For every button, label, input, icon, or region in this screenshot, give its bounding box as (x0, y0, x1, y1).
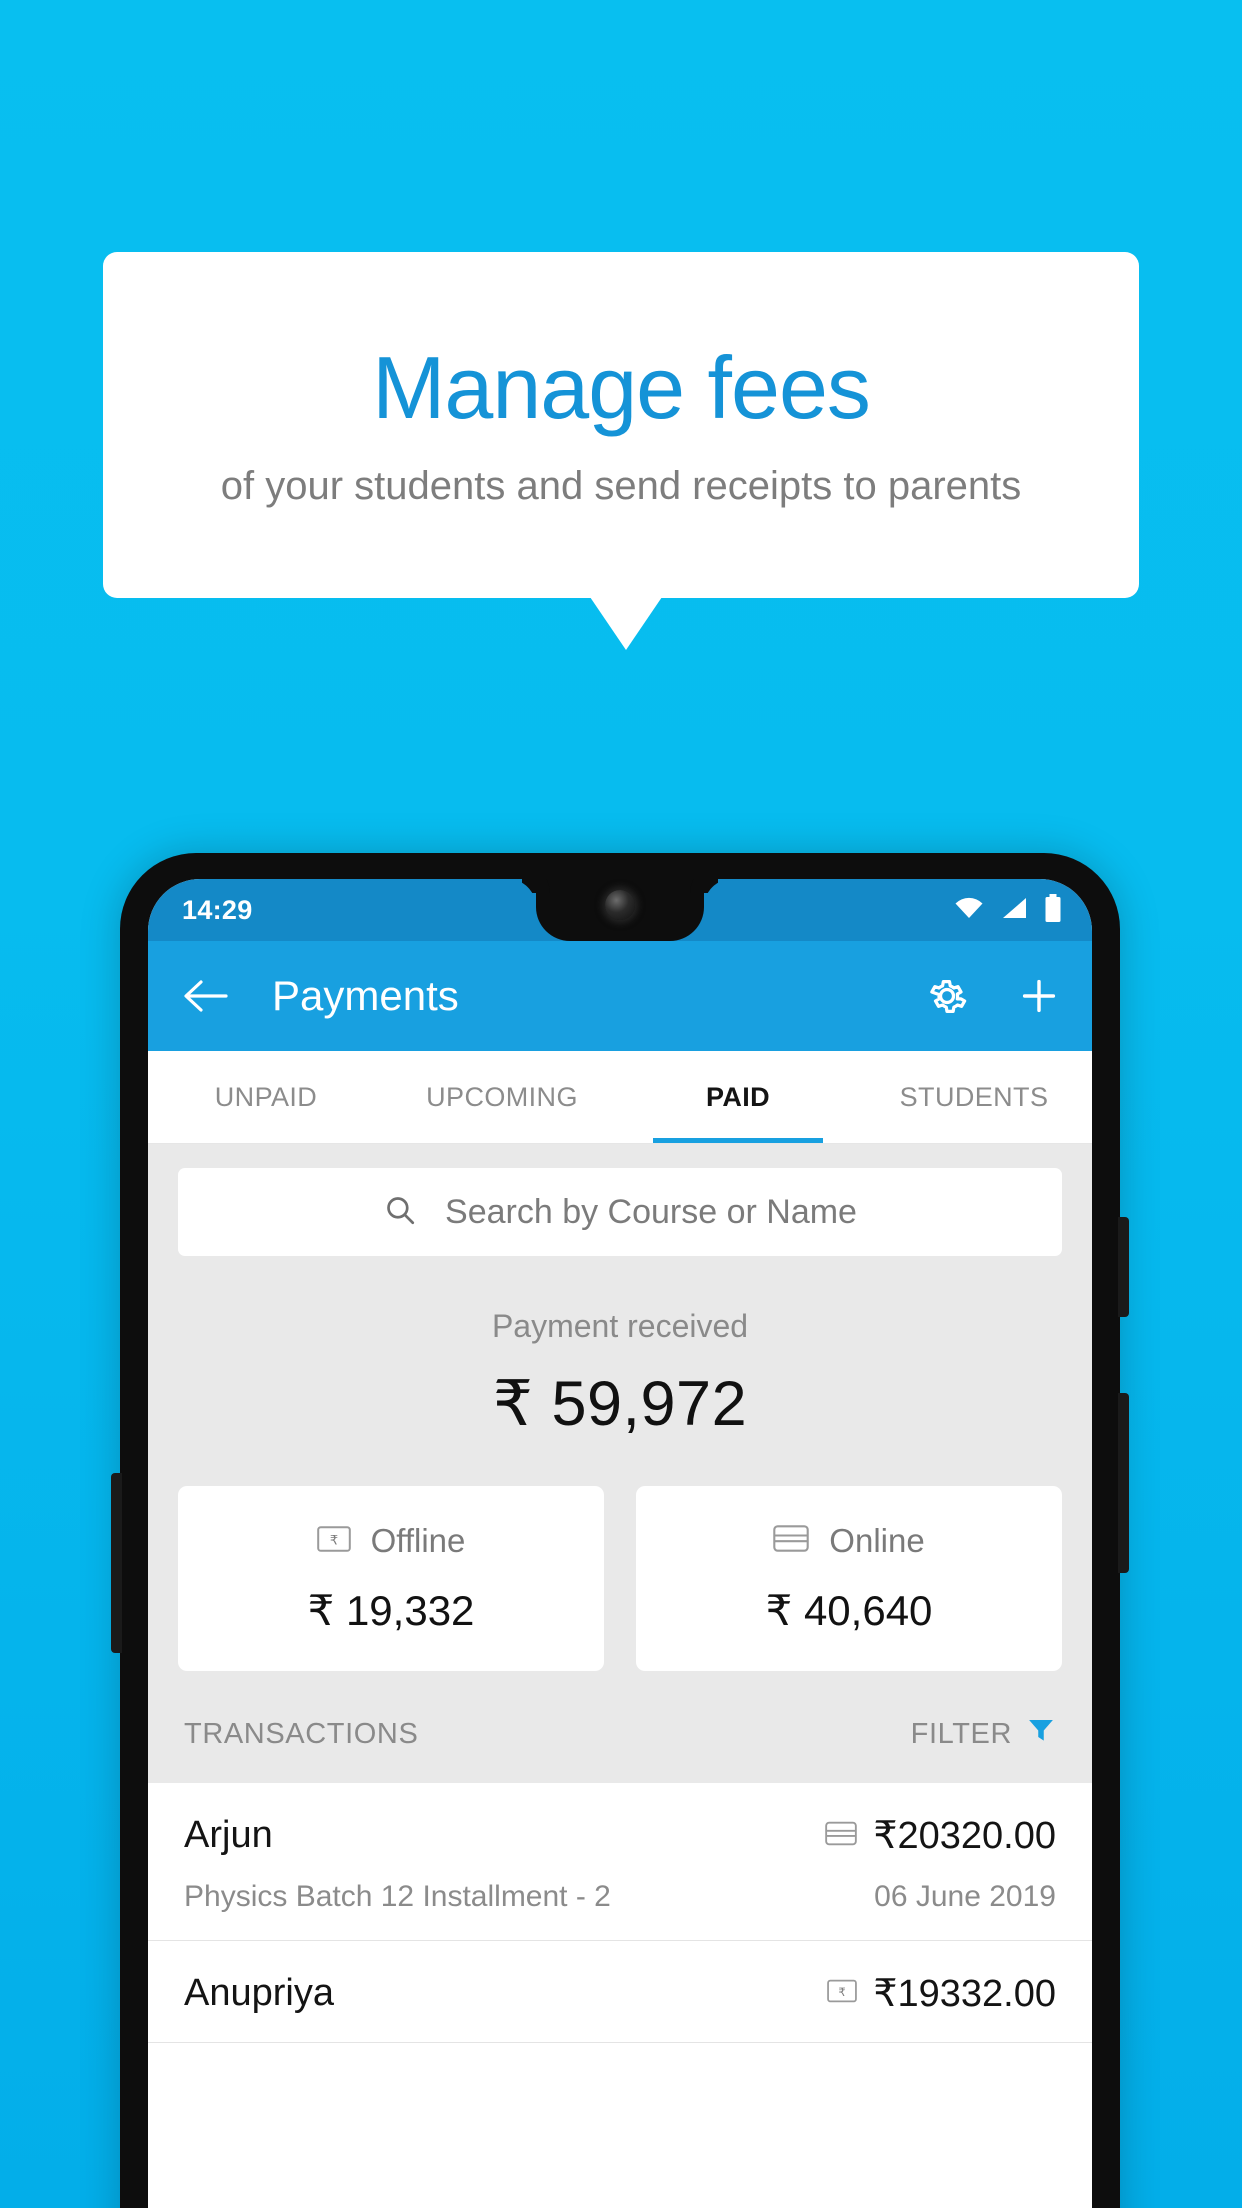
payment-method-cards: ₹ Offline ₹ 19,332 Online ₹ 40,640 (148, 1440, 1092, 1671)
transaction-amount-group: ₹20320.00 (825, 1813, 1056, 1858)
promo-headline: Manage fees (372, 338, 871, 437)
promo-subheadline: of your students and send receipts to pa… (220, 464, 1022, 508)
online-card-header: Online (636, 1522, 1062, 1560)
tab-unpaid[interactable]: UNPAID (148, 1051, 384, 1143)
filter-button[interactable]: FILTER (911, 1715, 1056, 1753)
filter-label: FILTER (910, 1717, 1012, 1750)
transactions-list: Arjun ₹20320.00 Physics Batch 12 Install… (148, 1783, 1092, 2043)
tab-paid[interactable]: PAID (620, 1051, 856, 1143)
phone-device-mockup: 14:29 Payments UNPAID UPCOMING PAID STUD… (111, 853, 1129, 2208)
status-bar-icons (954, 893, 1062, 927)
tab-students[interactable]: STUDENTS (856, 1051, 1092, 1143)
promo-callout-card: Manage fees of your students and send re… (103, 252, 1139, 598)
credit-card-icon (773, 1525, 810, 1557)
offline-card-header: ₹ Offline (178, 1522, 604, 1560)
callout-tail (590, 597, 662, 650)
online-card-amount: ₹ 40,640 (765, 1587, 933, 1634)
transaction-primary-line: Arjun ₹20320.00 (184, 1813, 1056, 1858)
plus-icon[interactable] (1016, 973, 1062, 1019)
offline-payment-card[interactable]: ₹ Offline ₹ 19,332 (178, 1486, 604, 1671)
offline-card-label: Offline (370, 1522, 466, 1559)
payment-summary: Payment received ₹ 59,972 (148, 1256, 1092, 1440)
table-row[interactable]: Arjun ₹20320.00 Physics Batch 12 Install… (148, 1783, 1092, 1941)
phone-screen: 14:29 Payments UNPAID UPCOMING PAID STUD… (148, 879, 1092, 2208)
promo-screenshot: Manage fees of your students and send re… (0, 0, 1242, 2208)
online-payment-card[interactable]: Online ₹ 40,640 (636, 1486, 1062, 1671)
wifi-icon (954, 896, 984, 925)
offline-card-amount: ₹ 19,332 (307, 1587, 475, 1634)
table-row[interactable]: Anupriya ₹ ₹19332.00 (148, 1941, 1092, 2043)
svg-text:₹: ₹ (839, 1985, 846, 1999)
transaction-amount: ₹20320.00 (873, 1815, 1056, 1857)
transactions-title: TRANSACTIONS (184, 1717, 419, 1750)
cash-note-icon: ₹ (827, 1979, 858, 2008)
transaction-student-name: Anupriya (184, 1972, 334, 2014)
svg-text:₹: ₹ (329, 1533, 337, 1548)
search-placeholder: Search by Course or Name (445, 1192, 857, 1231)
tab-upcoming[interactable]: UPCOMING (384, 1051, 620, 1143)
payment-received-label: Payment received (491, 1308, 749, 1344)
credit-card-icon (825, 1821, 858, 1851)
content-area: Search by Course or Name Payment receive… (148, 1144, 1092, 2043)
transactions-header: TRANSACTIONS FILTER (148, 1671, 1092, 1783)
front-camera (605, 890, 635, 920)
transaction-student-name: Arjun (184, 1814, 273, 1856)
status-bar: 14:29 (148, 879, 1092, 941)
transaction-primary-line: Anupriya ₹ ₹19332.00 (184, 1971, 1056, 2016)
online-card-label: Online (829, 1522, 925, 1559)
cash-note-icon: ₹ (316, 1525, 351, 1557)
power-button (1118, 1217, 1129, 1317)
volume-down-button (111, 1473, 122, 1653)
search-input[interactable]: Search by Course or Name (178, 1168, 1062, 1256)
search-icon (383, 1193, 417, 1232)
battery-icon (1044, 893, 1062, 927)
transaction-amount: ₹19332.00 (873, 1973, 1056, 2015)
search-container: Search by Course or Name (148, 1144, 1092, 1256)
transaction-date: 06 June 2019 (874, 1880, 1056, 1913)
status-bar-clock: 14:29 (182, 894, 253, 925)
app-bar-title: Payments (272, 972, 459, 1019)
app-bar: Payments (148, 941, 1092, 1051)
transaction-amount-group: ₹ ₹19332.00 (827, 1971, 1056, 2016)
funnel-icon (1026, 1715, 1056, 1753)
volume-up-button (1118, 1393, 1129, 1573)
signal-icon (1000, 896, 1028, 925)
transaction-description: Physics Batch 12 Installment - 2 (184, 1880, 611, 1913)
transaction-secondary-line: Physics Batch 12 Installment - 2 06 June… (184, 1880, 1056, 1914)
arrow-left-icon[interactable] (182, 976, 228, 1016)
tab-bar: UNPAID UPCOMING PAID STUDENTS (148, 1051, 1092, 1144)
payment-received-amount: ₹ 59,972 (492, 1369, 748, 1439)
app-bar-actions (924, 973, 1062, 1019)
gear-icon[interactable] (924, 973, 970, 1019)
